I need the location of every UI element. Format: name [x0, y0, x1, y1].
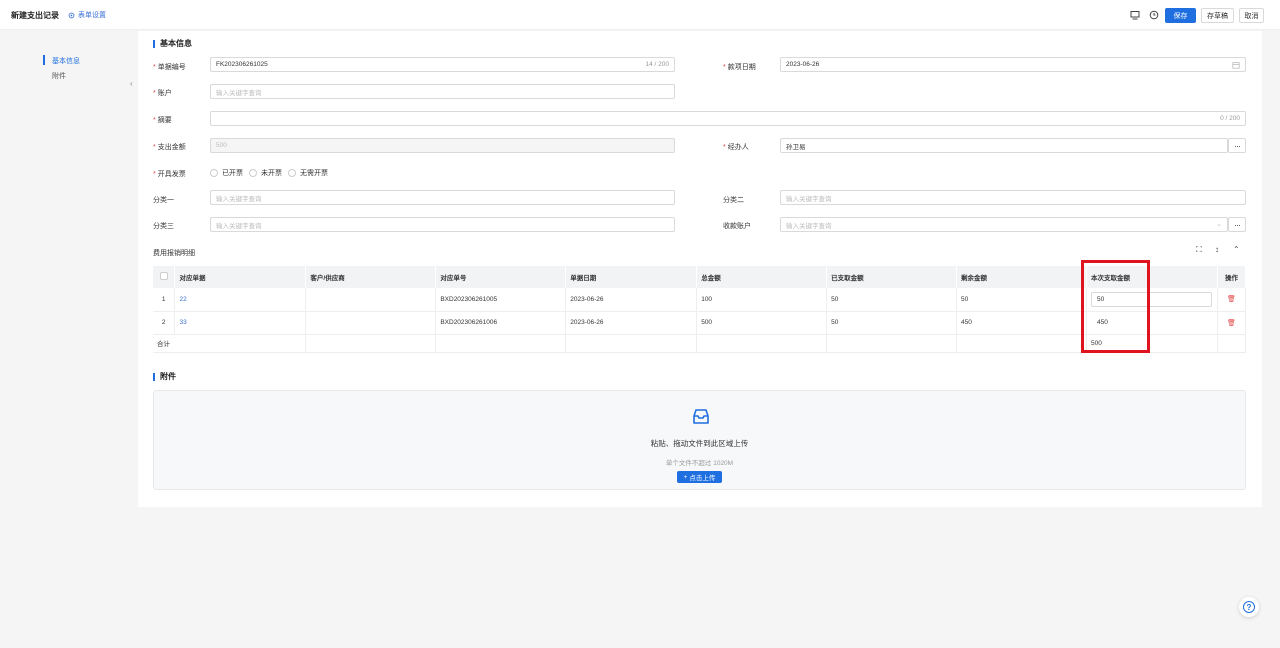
- doc-no-label: * 单据编号: [153, 64, 186, 71]
- sum-label: 合计: [153, 334, 307, 353]
- amount-input: 500: [210, 138, 675, 153]
- doc-no-input[interactable]: FK202306261025 14 / 200: [210, 57, 675, 72]
- date-cell: 2023-06-26: [565, 311, 698, 335]
- sum-row: 合计 500: [153, 334, 1247, 353]
- drop-text: 粘贴、拖动文件到此区域上传: [650, 439, 749, 448]
- summary-input[interactable]: 0 / 200: [210, 111, 1246, 126]
- attachments-section-title: 附件: [153, 373, 176, 381]
- row-index: 1: [153, 288, 176, 312]
- amount-label: * 支出金额: [153, 144, 186, 151]
- col-header: 本次支取金额: [1086, 266, 1218, 288]
- calendar-icon: [1232, 62, 1240, 69]
- settings-icon: [68, 12, 75, 18]
- handler-label: * 经办人: [723, 144, 749, 151]
- col-header: 单据日期: [565, 266, 698, 288]
- select-all-checkbox[interactable]: [159, 272, 168, 280]
- account-input[interactable]: 输入关键字查询: [210, 84, 675, 99]
- chevron-down-icon: ⌄: [1216, 221, 1222, 228]
- sum-value: 500: [1086, 334, 1218, 353]
- sidenav-item-attachments[interactable]: 附件: [52, 71, 66, 81]
- collapse-chevron-icon[interactable]: ‹: [130, 79, 133, 88]
- upload-dropzone[interactable]: 粘贴、拖动文件到此区域上传 单个文件不超过 1020M + 点击上传: [153, 390, 1246, 490]
- total-cell: 500: [696, 311, 828, 335]
- table-row: 2 33 BXD202306261006 2023-06-26 500 50 4…: [153, 311, 1247, 335]
- detail-title: 费用报销明细: [153, 250, 195, 257]
- paid-cell: 50: [826, 311, 958, 335]
- help-icon: ?: [1243, 601, 1255, 613]
- inbox-icon: [693, 409, 709, 424]
- order-no-cell: BXD202306261005: [435, 288, 567, 312]
- help-button[interactable]: ?: [1239, 597, 1259, 617]
- date-label: * 款项日期: [723, 64, 756, 71]
- doc-link[interactable]: 22: [174, 288, 307, 312]
- form-settings-link[interactable]: 表单设置: [68, 10, 106, 20]
- category3-label: 分类三: [153, 223, 174, 230]
- remain-cell: 450: [956, 311, 1087, 335]
- category1-input[interactable]: 输入关键字查询: [210, 190, 675, 205]
- party-cell: [305, 311, 437, 335]
- row-index: 2: [153, 311, 176, 335]
- category2-input[interactable]: 输入关键字查询: [780, 190, 1246, 205]
- table-row: 1 22 BXD202306261005 2023-06-26 100 50 5…: [153, 288, 1247, 312]
- page-title: 新建支出记录: [11, 11, 59, 20]
- invoice-label: * 开具发票: [153, 171, 186, 178]
- radio-invoiced[interactable]: 已开票: [210, 168, 243, 178]
- col-header: 操作: [1217, 266, 1247, 288]
- column-height-icon[interactable]: ↕: [1215, 245, 1219, 254]
- monitor-icon[interactable]: [1130, 10, 1140, 20]
- plus-icon: +: [683, 473, 688, 481]
- form-panel: 基本信息 * 单据编号 FK202306261025 14 / 200 * 款项日期…: [138, 31, 1262, 507]
- summary-label: * 摘要: [153, 117, 172, 124]
- account-label: * 账户: [153, 90, 172, 97]
- table-header-row: 对应单据 客户/供应商 对应单号 单据日期 总金额 已支取金额 剩余金额 本次支…: [153, 266, 1247, 288]
- fullscreen-icon[interactable]: ⛶: [1196, 245, 1202, 255]
- handler-more-button[interactable]: ···: [1228, 138, 1246, 153]
- payee-account-select[interactable]: 输入关键字查询 ⌄: [780, 217, 1228, 232]
- radio-not-invoiced[interactable]: 未开票: [249, 168, 282, 178]
- col-header: 剩余金额: [956, 266, 1087, 288]
- total-cell: 100: [696, 288, 828, 312]
- top-bar: 新建支出记录 表单设置 保存 存草稿 取消: [0, 0, 1280, 30]
- this-amount-cell: 50: [1086, 288, 1218, 312]
- category2-label: 分类二: [723, 197, 744, 204]
- order-no-cell: BXD202306261006: [435, 311, 567, 335]
- date-cell: 2023-06-26: [565, 288, 698, 312]
- date-input[interactable]: 2023-06-26: [780, 57, 1246, 72]
- delete-icon[interactable]: 🗑: [1227, 320, 1236, 327]
- clock-icon[interactable]: [1149, 10, 1159, 20]
- payee-more-button[interactable]: ···: [1228, 217, 1246, 232]
- party-cell: [305, 288, 437, 312]
- save-button[interactable]: 保存: [1165, 8, 1196, 23]
- col-header: 客户/供应商: [305, 266, 437, 288]
- doc-no-counter: 14 / 200: [645, 61, 670, 68]
- doc-link[interactable]: 33: [174, 311, 307, 335]
- basic-info-section-title: 基本信息: [153, 40, 192, 48]
- upload-button[interactable]: + 点击上传: [677, 471, 722, 483]
- delete-icon[interactable]: 🗑: [1227, 296, 1236, 303]
- paid-cell: 50: [826, 288, 958, 312]
- category3-input[interactable]: 输入关键字查询: [210, 217, 675, 232]
- summary-counter: 0 / 200: [1220, 115, 1240, 122]
- this-amount-cell[interactable]: 450: [1086, 311, 1218, 335]
- save-draft-button[interactable]: 存草稿: [1201, 8, 1234, 23]
- col-header: 对应单据: [174, 266, 307, 288]
- side-nav: 基本信息 附件 ‹: [0, 31, 138, 648]
- remain-cell: 50: [956, 288, 1087, 312]
- col-header: 对应单号: [435, 266, 567, 288]
- radio-no-invoice-needed[interactable]: 无需开票: [288, 168, 328, 178]
- form-settings-label: 表单设置: [78, 12, 106, 19]
- limit-text: 单个文件不超过 1020M: [665, 460, 734, 467]
- col-header: 已支取金额: [826, 266, 958, 288]
- cancel-button[interactable]: 取消: [1239, 8, 1264, 23]
- active-indicator: [43, 55, 45, 65]
- this-amount-input[interactable]: 50: [1090, 291, 1212, 307]
- chevron-up-icon[interactable]: ⌃: [1233, 245, 1240, 254]
- category1-label: 分类一: [153, 197, 174, 204]
- handler-input[interactable]: 孙卫易: [780, 138, 1228, 153]
- payee-account-label: 收款账户: [723, 223, 751, 230]
- detail-table: 对应单据 客户/供应商 对应单号 单据日期 总金额 已支取金额 剩余金额 本次支…: [153, 266, 1247, 353]
- sidenav-item-basic-info[interactable]: 基本信息: [52, 56, 80, 66]
- col-header: 总金额: [696, 266, 828, 288]
